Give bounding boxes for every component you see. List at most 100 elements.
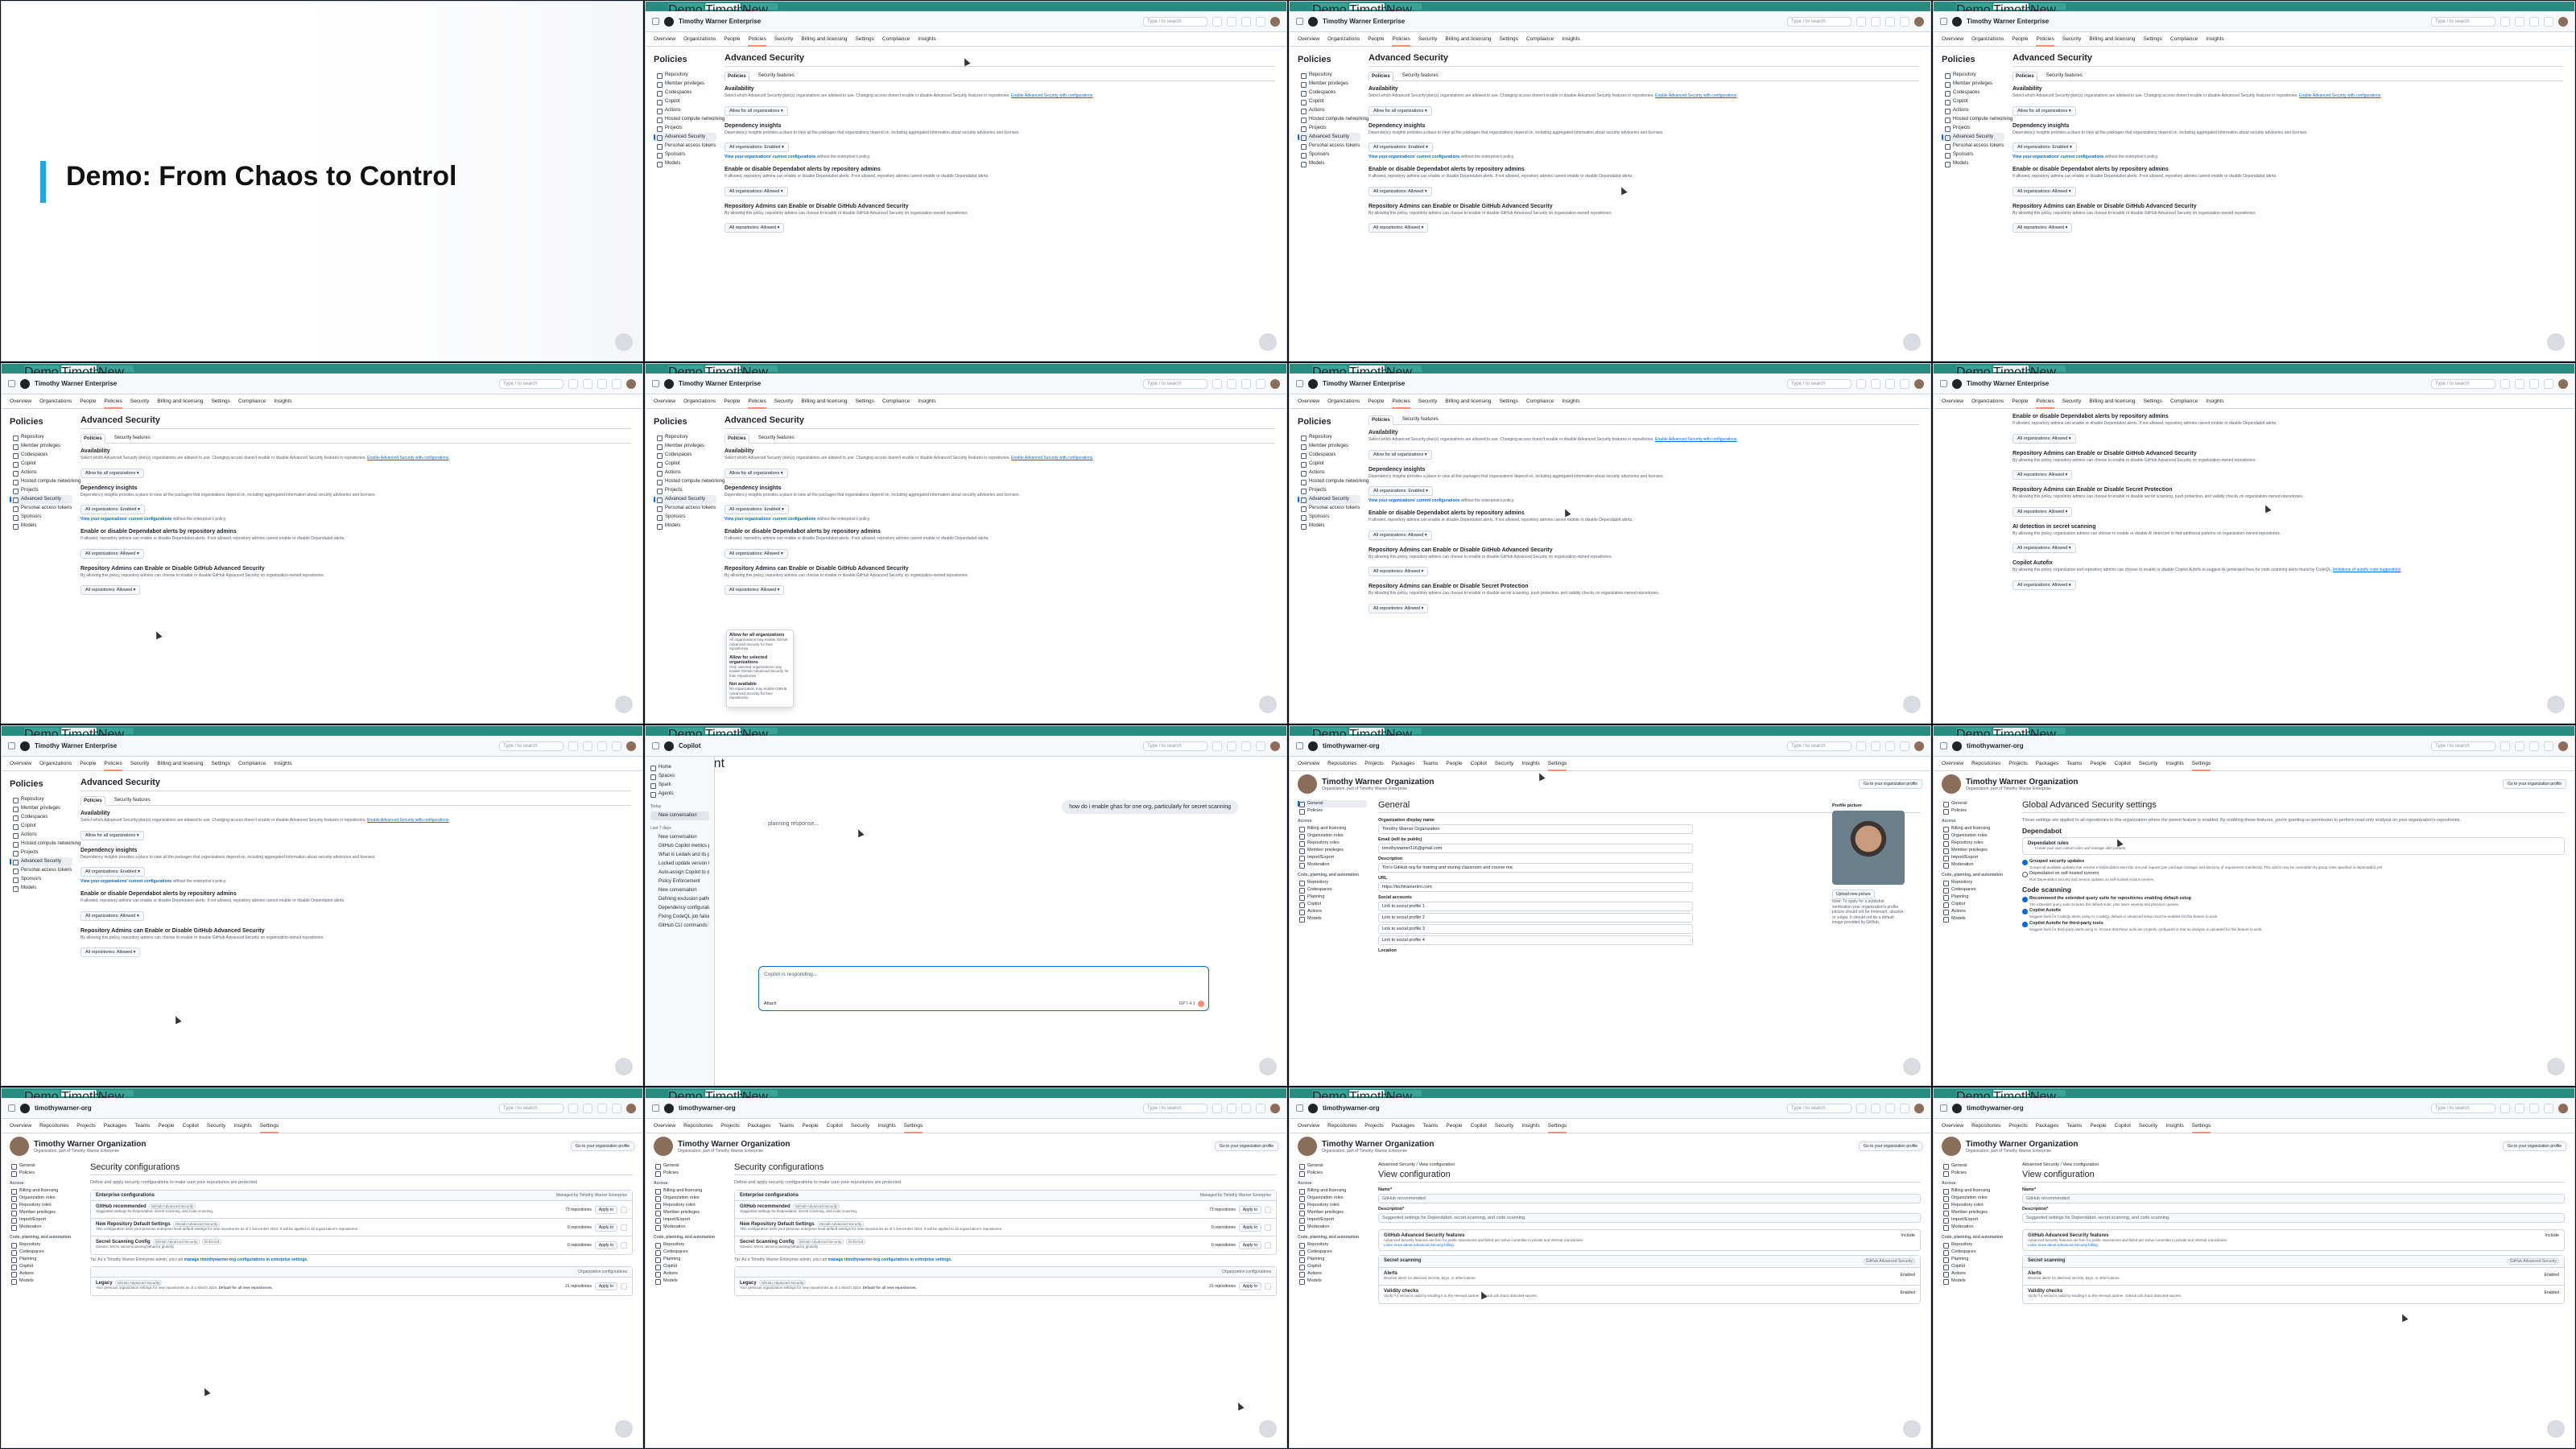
tab-overview[interactable]: Overview [654,1123,675,1129]
tab-organizations[interactable]: Organizations [1327,36,1360,42]
plus-icon[interactable] [1212,16,1222,27]
browser-tab[interactable]: Timothy Warner Ent [1349,728,1394,770]
sidebar-item-repository[interactable]: Repository [1942,71,2004,80]
plus-icon[interactable] [2500,741,2510,751]
apply-to-button[interactable]: Apply to [594,1282,617,1290]
tab-overview[interactable]: Overview [10,398,31,404]
sidebar-item-import-export[interactable]: Import/Export [1942,1216,2011,1224]
upload-picture-button[interactable]: Upload new picture [1832,890,1875,899]
tab-insights[interactable]: Insights [2165,1123,2183,1129]
sidebar-item-codespaces[interactable]: Codespaces [1298,1249,1367,1256]
policy-dropdown[interactable]: All repositories: Allowed [724,585,785,595]
browser-tab[interactable]: Demo - Global [1956,3,1993,46]
pull-requests-icon[interactable] [1885,741,1895,751]
tab-settings[interactable]: Settings [1499,398,1518,404]
policy-dropdown[interactable]: All organizations: Enabled [80,867,145,877]
sidebar-item-moderation[interactable]: Moderation [1942,1224,2011,1231]
sidebar-item-actions[interactable]: Actions [654,1270,723,1278]
sidebar-item-planning[interactable]: Planning [10,1256,79,1263]
pull-requests-icon[interactable] [2529,378,2539,389]
sidebar-item-repository-roles[interactable]: Repository roles [10,1202,79,1209]
tab-security[interactable]: Security [2139,761,2157,766]
email-field[interactable]: timothywarner316@gmail.com [1378,844,1693,853]
browser-tab[interactable]: Timothy Warner Ent [61,1090,106,1133]
policy-dropdown[interactable]: All repositories: Allowed [1368,223,1429,233]
policy-dropdown[interactable]: All organizations: Allowed [2013,433,2076,444]
apply-to-button[interactable]: Apply to [1238,1241,1261,1249]
tab-billing-and-licensing[interactable]: Billing and licensing [801,36,847,42]
sidebar-item-member-privileges[interactable]: Member privileges [10,442,72,451]
tip-link[interactable]: manage timothywarner-org configurations … [828,1257,952,1262]
tab-teams[interactable]: Teams [1422,761,1438,766]
plus-icon[interactable] [1212,1103,1222,1113]
tab-people[interactable]: People [80,398,96,404]
sidebar-item-planning[interactable]: Planning [1298,1256,1367,1263]
browser-tab[interactable]: New Tab [98,365,134,394]
sidebar-item-general[interactable]: General [1942,800,2011,807]
header-org-name[interactable]: Timothy Warner Enterprise [1967,18,2049,25]
header-org-name[interactable]: Timothy Warner Enterprise [1323,18,1405,25]
browser-tab[interactable]: New Tab [1386,3,1422,31]
avatar[interactable] [626,741,636,751]
browser-tab[interactable]: Demo - Global [1312,365,1349,408]
sidebar-item-codespaces[interactable]: Codespaces [10,1249,79,1256]
policy-dropdown[interactable]: All repositories: Allowed [724,223,785,233]
description-field[interactable]: Tim's GitHub org for training and storin… [1378,863,1693,873]
header-org-name[interactable]: Timothy Warner Enterprise [1323,380,1405,387]
sidebar-item-models[interactable]: Models [1942,915,2011,923]
sidebar-item-codespaces[interactable]: Codespaces [10,451,72,460]
sidebar-item-personal-access-tokens[interactable]: Personal access tokens [654,504,716,513]
sidebar-item-organization-roles[interactable]: Organization roles [654,1195,723,1202]
sidebar-item-general[interactable]: General [1298,1162,1367,1170]
menu-icon[interactable] [1940,1104,1947,1112]
edit-icon[interactable] [1265,1224,1271,1231]
conversation-item[interactable]: New conversation [650,886,709,895]
sidebar-item-repository[interactable]: Repository [1942,879,2011,886]
sidebar-item-advanced-security[interactable]: Advanced Security [1298,133,1360,142]
tab-settings[interactable]: Settings [259,1123,279,1133]
github-logo-icon[interactable] [1308,16,1318,27]
browser-tab[interactable]: Timothy Warner Ent [705,1090,750,1133]
issues-icon[interactable] [2515,378,2524,389]
inbox-icon[interactable] [2544,741,2553,751]
inbox-icon[interactable] [1256,1103,1265,1113]
browser-tab[interactable]: Timothy Warner Ent [1993,3,2038,46]
tab-repositories[interactable]: Repositories [1327,761,1356,766]
tab-copilot[interactable]: Copilot [2115,1123,2131,1129]
search-input[interactable]: Type / to search [1787,1103,1852,1113]
issues-icon[interactable] [1871,378,1880,389]
recommend-extended-checkbox[interactable]: Recommend the extended query suite for r… [2022,896,2565,902]
browser-tab[interactable]: Timothy Warner Ent [705,3,750,46]
sidebar-item-models[interactable]: Models [10,1278,79,1285]
inbox-icon[interactable] [1900,378,1909,389]
policy-dropdown[interactable]: All organizations: Allowed [724,548,788,559]
plus-icon[interactable] [2500,16,2510,27]
sidebar-item-models[interactable]: Models [654,522,716,530]
policy-dropdown[interactable]: All organizations: Allowed [724,186,788,196]
menu-icon[interactable] [652,18,659,25]
tab-projects[interactable]: Projects [1364,1123,1383,1129]
sidebar-item-advanced-security[interactable]: Advanced Security [654,495,716,504]
sidebar-item-planning[interactable]: Planning [1942,894,2011,901]
plus-icon[interactable] [568,741,578,751]
sidebar-item-member-privileges[interactable]: Member privileges [10,1209,79,1216]
search-input[interactable]: Type / to search [499,1103,564,1113]
tab-compliance[interactable]: Compliance [1526,36,1554,42]
pull-requests-icon[interactable] [2529,1103,2539,1113]
tab-insights[interactable]: Insights [1562,36,1579,42]
sidebar-item-member-privileges[interactable]: Member privileges [1942,1209,2011,1216]
avatar[interactable] [2558,378,2568,389]
menu-icon[interactable] [1296,18,1303,25]
copilot-nav-home[interactable]: Home [650,763,709,772]
pull-requests-icon[interactable] [1885,378,1895,389]
sidebar-item-codespaces[interactable]: Codespaces [10,813,72,822]
github-logo-icon[interactable] [664,16,674,27]
policy-dropdown[interactable]: All organizations: Allowed [2013,580,2076,590]
sidebar-item-moderation[interactable]: Moderation [1942,861,2011,869]
tab-security-features[interactable]: Security features [112,434,153,443]
tab-insights[interactable]: Insights [274,761,291,766]
tab-policies[interactable]: Policies [2013,72,2037,81]
note-link[interactable]: View your organizations' current configu… [80,879,171,884]
tab-overview[interactable]: Overview [10,761,31,766]
browser-tab[interactable]: Demo - Global [668,1090,705,1133]
